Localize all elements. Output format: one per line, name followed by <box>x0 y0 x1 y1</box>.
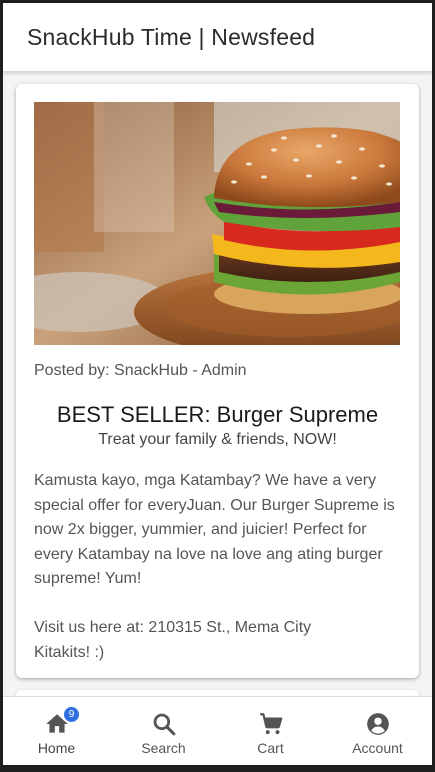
account-icon <box>366 713 389 735</box>
post-card: Posted by: SnackHub - Admin BEST SELLER:… <box>16 84 419 678</box>
tab-search-label: Search <box>141 740 186 756</box>
page-title: SnackHub Time | Newsfeed <box>27 24 316 50</box>
app-screen: SnackHub Time | Newsfeed Posted by: Snac… <box>3 3 432 765</box>
post-author: Posted by: SnackHub - Admin <box>34 362 247 379</box>
tab-cart[interactable]: Cart <box>217 697 324 765</box>
post-body: Kamusta kayo, mga Katambay? We have a ve… <box>34 469 404 665</box>
tab-home-label: Home <box>37 740 76 756</box>
newsfeed[interactable]: Posted by: SnackHub - Admin BEST SELLER:… <box>3 72 432 696</box>
post-signoff-text: Kitakits! :) <box>34 643 105 661</box>
bottom-tab-bar: 9 Home Search Cart Account <box>3 696 432 765</box>
post-title: BEST SELLER: Burger Supreme <box>56 402 379 427</box>
notification-badge: 9 <box>64 707 79 722</box>
tab-account-label: Account <box>352 740 403 756</box>
app-header: SnackHub Time | Newsfeed <box>3 3 432 72</box>
search-icon <box>153 713 175 736</box>
tab-search[interactable]: Search <box>110 697 217 765</box>
post-body-text: Kamusta kayo, mga Katambay? We have a ve… <box>34 472 395 587</box>
tab-cart-label: Cart <box>257 740 284 756</box>
post-visit-text: Visit us here at: 210315 St., Mema City <box>34 619 312 636</box>
post-image <box>34 102 400 345</box>
cart-icon <box>259 713 282 735</box>
tab-account[interactable]: Account <box>324 697 431 765</box>
post-subtitle: Treat your family & friends, NOW! <box>98 431 337 448</box>
tab-home[interactable]: 9 Home <box>3 697 110 765</box>
